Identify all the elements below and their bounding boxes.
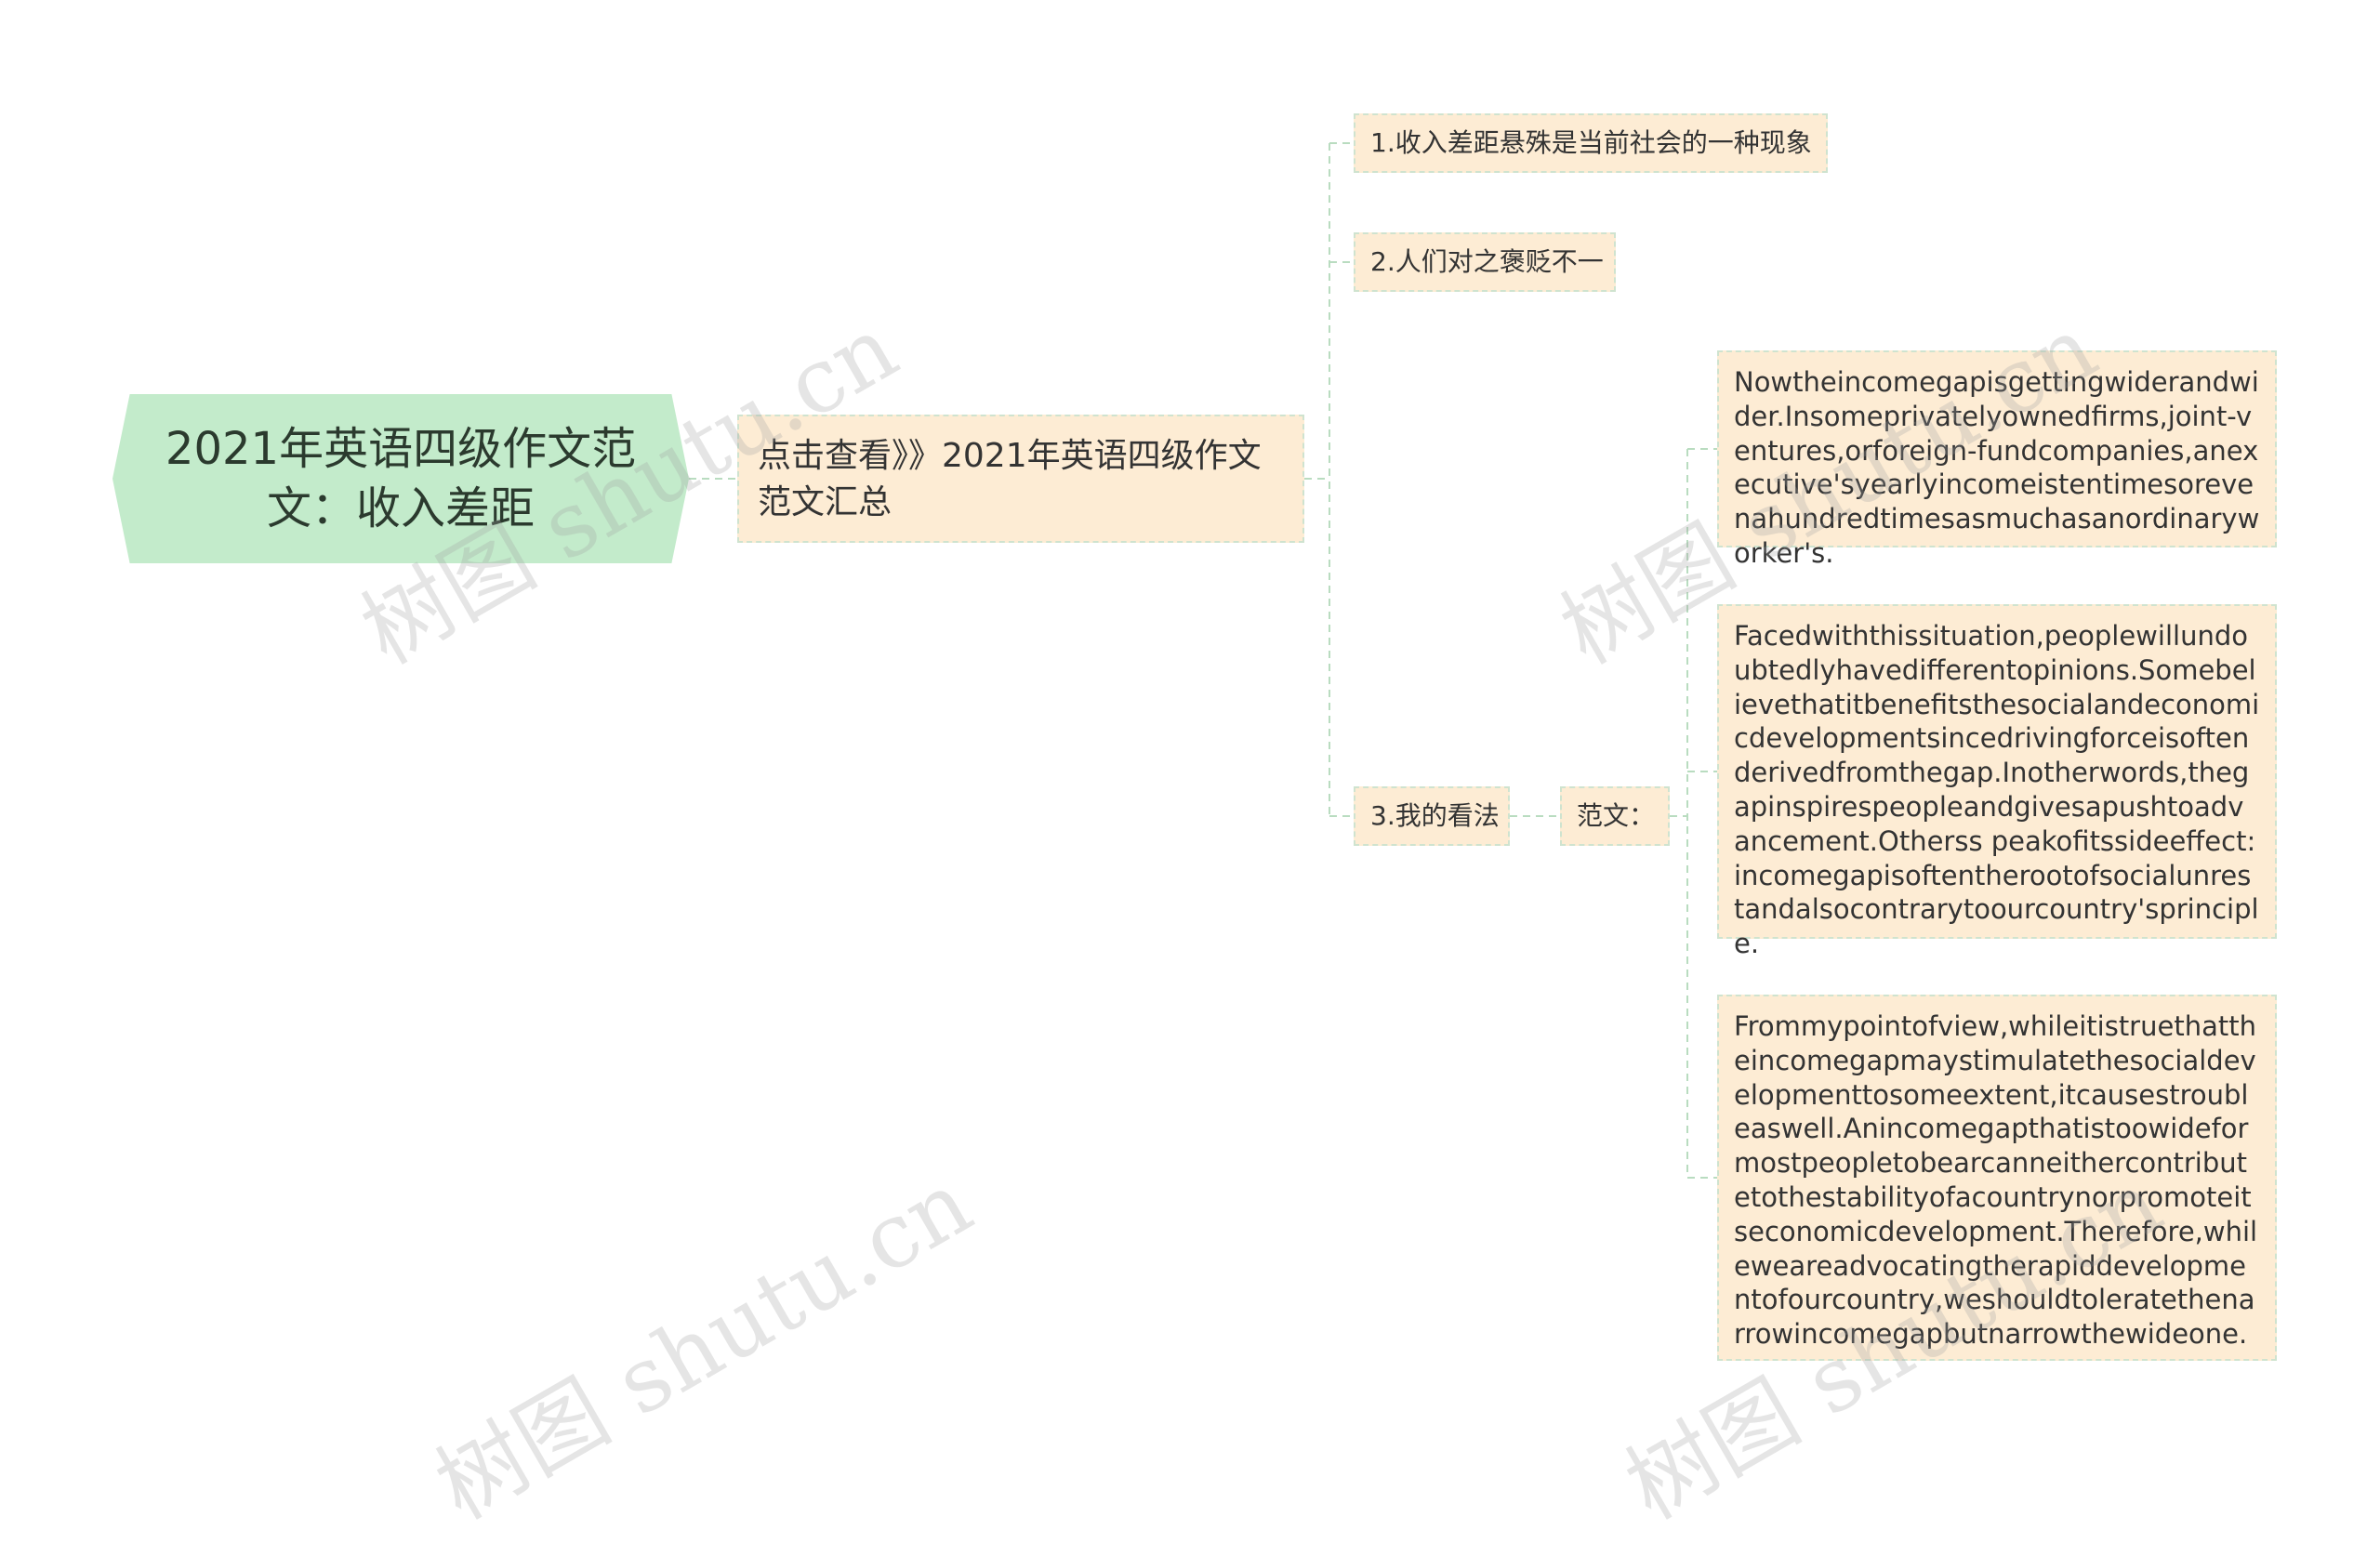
- child-node-1-text: 1.收入差距悬殊是当前社会的一种现象: [1370, 127, 1812, 158]
- root-node[interactable]: 2021年英语四级作文范文：收入差距: [112, 394, 689, 563]
- mindmap-canvas: 2021年英语四级作文范文：收入差距 点击查看》》2021年英语四级作文范文汇总…: [0, 0, 2380, 1539]
- root-node-text: 2021年英语四级作文范文：收入差距: [165, 423, 637, 534]
- paragraph-node-2[interactable]: Facedwiththissituation,peoplewillundoubt…: [1717, 604, 2277, 959]
- branch-node-summary-link[interactable]: 点击查看》》2021年英语四级作文范文汇总: [737, 415, 1304, 543]
- paragraph-node-1[interactable]: Nowtheincomegapisgettingwiderandwider.In…: [1717, 350, 2277, 569]
- watermark-3: 树图 shutu.cn: [419, 1151, 988, 1540]
- paragraph-3-text: Frommypointofview,whileitistruethatthein…: [1734, 1010, 2258, 1351]
- paragraph-2-text: Facedwiththissituation,peoplewillundoubt…: [1734, 620, 2260, 960]
- branch-node-text: 点击查看》》2021年英语四级作文范文汇总: [758, 437, 1262, 521]
- child-node-3[interactable]: 3.我的看法: [1354, 786, 1510, 846]
- child-node-2[interactable]: 2.人们对之褒贬不一: [1354, 232, 1616, 292]
- child-node-2-text: 2.人们对之褒贬不一: [1370, 246, 1604, 277]
- sample-essay-label-text: 范文：: [1577, 800, 1656, 831]
- paragraph-node-3[interactable]: Frommypointofview,whileitistruethatthein…: [1717, 995, 2277, 1361]
- child-node-3-text: 3.我的看法: [1370, 800, 1500, 831]
- sample-essay-label-node[interactable]: 范文：: [1560, 786, 1670, 846]
- child-node-1[interactable]: 1.收入差距悬殊是当前社会的一种现象: [1354, 113, 1828, 173]
- paragraph-1-text: Nowtheincomegapisgettingwiderandwider.In…: [1734, 366, 2260, 569]
